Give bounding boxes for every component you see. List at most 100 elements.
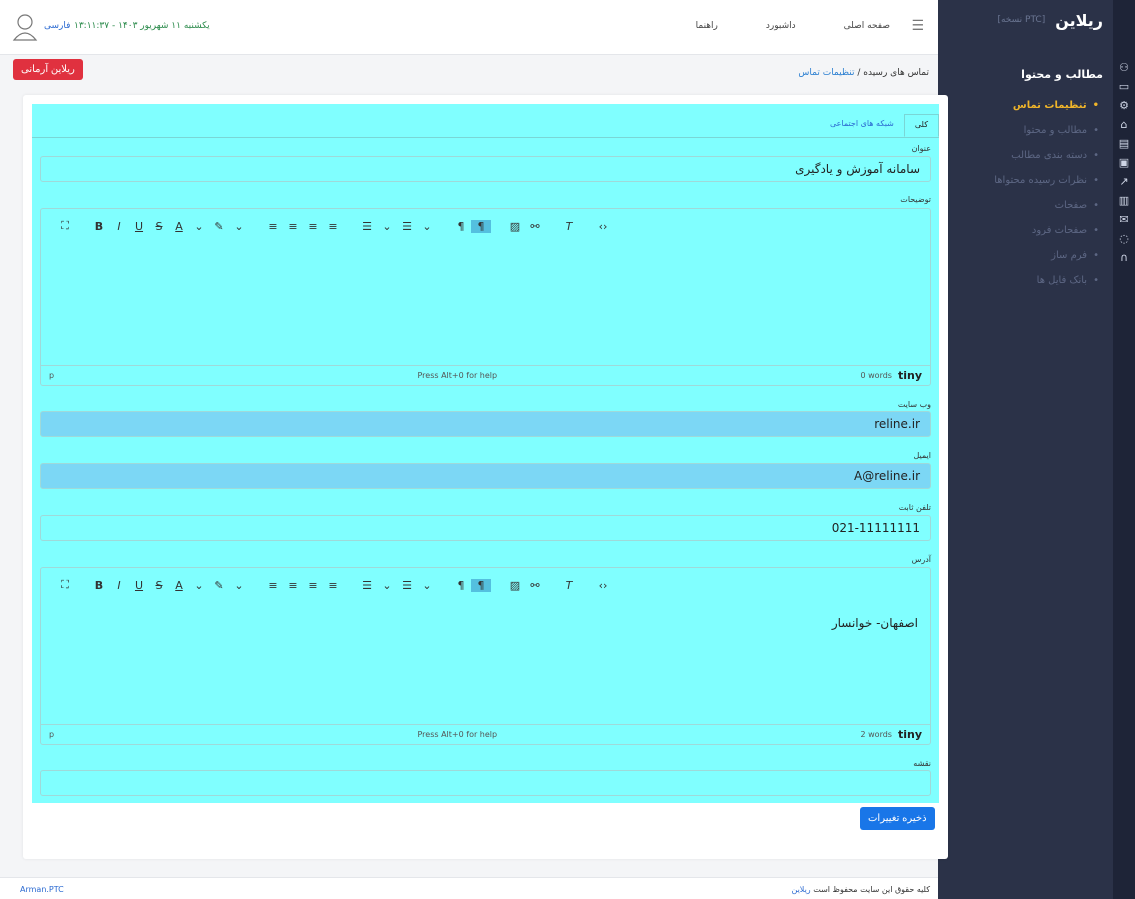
tab-general[interactable]: کلی xyxy=(903,114,939,137)
users-icon[interactable]: ⚇ xyxy=(1113,58,1135,77)
underline-icon[interactable]: U xyxy=(129,220,149,233)
image-icon[interactable]: ▣ xyxy=(1113,153,1135,172)
highlight-icon[interactable]: ✎ xyxy=(209,579,229,592)
breadcrumb-current: تنظیمات تماس xyxy=(798,68,855,78)
align-left-icon[interactable]: ≡ xyxy=(263,579,283,592)
email-input[interactable]: A@reline.ir xyxy=(40,463,931,489)
sidebar-item-file-bank[interactable]: • بانک فایل ها xyxy=(938,268,1113,293)
fullscreen-icon[interactable]: ⛶ xyxy=(55,219,75,233)
bold-icon[interactable]: B xyxy=(89,579,109,592)
align-left-icon[interactable]: ≡ xyxy=(263,220,283,233)
address-editor[interactable]: ⛶ B I U S A ⌄ ✎ ⌄ ≡ ≡ ≡ ≡ ☰ ⌄ ☰ ⌄ ¶ ¶ ▨ ⚯ T … xyxy=(40,567,931,745)
element-path: p xyxy=(49,371,55,380)
tab-social[interactable]: شبکه های اجتماعی xyxy=(820,114,904,137)
bold-icon[interactable]: B xyxy=(89,220,109,233)
align-center-icon[interactable]: ≡ xyxy=(283,220,303,233)
website-input[interactable]: reline.ir xyxy=(40,411,931,437)
word-count: 2 words xyxy=(860,730,892,739)
numbered-list-icon[interactable]: ☰ xyxy=(397,220,417,233)
headset-icon[interactable]: ∩ xyxy=(1113,248,1135,267)
footer-brand[interactable]: Arman.PTC xyxy=(20,885,64,894)
description-editor[interactable]: ⛶ B I U S A ⌄ ✎ ⌄ ≡ ≡ ≡ ≡ ☰ ⌄ ☰ ⌄ ¶ ¶ ▨ ⚯ T … xyxy=(40,208,931,386)
align-right-icon[interactable]: ≡ xyxy=(303,579,323,592)
align-justify-icon[interactable]: ≡ xyxy=(323,220,343,233)
sidebar-item-pages[interactable]: • صفحات xyxy=(938,193,1113,218)
sidebar-item-content[interactable]: • مطالب و محتوا xyxy=(938,118,1113,143)
bullet-list-icon[interactable]: ☰ xyxy=(357,220,377,233)
italic-icon[interactable]: I xyxy=(109,579,129,592)
chevron-down-icon[interactable]: ⌄ xyxy=(189,579,209,592)
language-switch[interactable]: فارسی xyxy=(44,21,70,31)
save-button[interactable]: ذخیره تغییرات xyxy=(860,807,935,830)
bullet-list-icon[interactable]: ☰ xyxy=(357,579,377,592)
card-icon[interactable]: ▤ xyxy=(1113,134,1135,153)
datetime: یکشنبه ۱۱ شهریور ۱۴۰۳ - ۱۳:۱۱:۳۷ xyxy=(74,21,210,31)
map-input[interactable] xyxy=(40,770,931,796)
chat-icon[interactable]: ◌ xyxy=(1113,229,1135,248)
rtl-icon[interactable]: ¶ xyxy=(471,578,491,592)
highlight-icon[interactable]: ✎ xyxy=(209,220,229,233)
align-center-icon[interactable]: ≡ xyxy=(283,579,303,592)
arman-button[interactable]: ریلاین آرمانی xyxy=(13,59,83,80)
link-icon[interactable]: ⚯ xyxy=(525,220,545,233)
rtl-icon[interactable]: ¶ xyxy=(471,219,491,233)
chevron-down-icon[interactable]: ⌄ xyxy=(417,220,437,233)
sidebar-item-landing-pages[interactable]: • صفحات فرود xyxy=(938,218,1113,243)
chevron-down-icon[interactable]: ⌄ xyxy=(229,220,249,233)
brand-logo[interactable]: ریلاین xyxy=(1055,11,1103,30)
sidebar: ریلاین [PTC نسخه] مطالب و محتوا • تنظیمات… xyxy=(938,0,1113,899)
nav-help[interactable]: راهنما xyxy=(696,21,718,31)
ltr-icon[interactable]: ¶ xyxy=(451,220,471,233)
element-path: p xyxy=(49,730,55,739)
tiny-logo[interactable]: tiny xyxy=(898,728,922,741)
tiny-logo[interactable]: tiny xyxy=(898,369,922,382)
numbered-list-icon[interactable]: ☰ xyxy=(397,579,417,592)
address-label: آدرس xyxy=(911,555,931,564)
basket-icon[interactable]: ⌂ xyxy=(1113,115,1135,134)
strikethrough-icon[interactable]: S xyxy=(149,579,169,592)
text-color-icon[interactable]: A xyxy=(169,579,189,592)
mail-icon[interactable]: ✉ xyxy=(1113,210,1135,229)
document-icon[interactable]: ▥ xyxy=(1113,191,1135,210)
sidebar-item-contact-settings[interactable]: • تنظیمات تماس xyxy=(938,93,1113,118)
image-icon[interactable]: ▨ xyxy=(505,579,525,592)
link-icon[interactable]: ⚯ xyxy=(525,579,545,592)
user-avatar-icon[interactable] xyxy=(12,12,38,42)
sidebar-item-categories[interactable]: • دسته بندی مطالب xyxy=(938,143,1113,168)
nav-home[interactable]: صفحه اصلی xyxy=(844,21,890,31)
menu-icon[interactable]: ☰ xyxy=(911,18,924,34)
chevron-down-icon[interactable]: ⌄ xyxy=(189,220,209,233)
address-content[interactable]: اصفهان- خوانسار xyxy=(41,602,930,644)
chevron-down-icon[interactable]: ⌄ xyxy=(377,579,397,592)
nav-dashboard[interactable]: داشبورد xyxy=(766,21,796,31)
editor-statusbar: p Press Alt+0 for help 2 words tiny xyxy=(41,724,930,744)
chevron-down-icon[interactable]: ⌄ xyxy=(417,579,437,592)
code-icon[interactable]: ‹› xyxy=(593,220,613,233)
chevron-down-icon[interactable]: ⌄ xyxy=(377,220,397,233)
underline-icon[interactable]: U xyxy=(129,579,149,592)
sidebar-item-form-builder[interactable]: • فرم ساز xyxy=(938,243,1113,268)
settings-icon[interactable]: ⚙ xyxy=(1113,96,1135,115)
phone-input[interactable]: 021-11111111 xyxy=(40,515,931,541)
fullscreen-icon[interactable]: ⛶ xyxy=(55,578,75,592)
align-justify-icon[interactable]: ≡ xyxy=(323,579,343,592)
version-label: [PTC نسخه] xyxy=(997,15,1046,25)
chevron-down-icon[interactable]: ⌄ xyxy=(229,579,249,592)
monitor-icon[interactable]: ▭ xyxy=(1113,77,1135,96)
clear-format-icon[interactable]: T xyxy=(559,220,579,233)
text-color-icon[interactable]: A xyxy=(169,220,189,233)
footer-link[interactable]: ریلاین xyxy=(791,885,810,894)
breadcrumb-parent[interactable]: تماس های رسیده xyxy=(863,68,929,78)
clear-format-icon[interactable]: T xyxy=(559,579,579,592)
sidebar-item-comments[interactable]: • نظرات رسیده محتواها xyxy=(938,168,1113,193)
chart-icon[interactable]: ↗ xyxy=(1113,172,1135,191)
code-icon[interactable]: ‹› xyxy=(593,579,613,592)
help-hint: Press Alt+0 for help xyxy=(417,730,498,739)
title-input[interactable]: سامانه آموزش و یادگیری xyxy=(40,156,931,182)
copyright: کلیه حقوق این سایت محفوظ است ریلاین xyxy=(791,885,930,894)
ltr-icon[interactable]: ¶ xyxy=(451,579,471,592)
italic-icon[interactable]: I xyxy=(109,220,129,233)
strikethrough-icon[interactable]: S xyxy=(149,220,169,233)
align-right-icon[interactable]: ≡ xyxy=(303,220,323,233)
image-icon[interactable]: ▨ xyxy=(505,220,525,233)
